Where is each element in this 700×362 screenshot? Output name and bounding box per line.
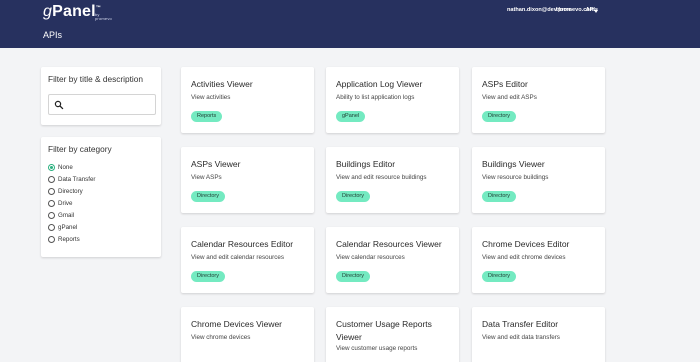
search-input[interactable] xyxy=(48,94,156,115)
top-bar: gPanel™ by promevo Home APIs nathan.dixo… xyxy=(0,0,700,48)
category-option-none[interactable]: None xyxy=(48,164,73,171)
api-card[interactable]: Chrome Devices Viewer View chrome device… xyxy=(181,307,314,362)
api-card-description: Ability to list application logs xyxy=(336,94,415,101)
category-filter-heading: Filter by category xyxy=(48,144,112,154)
category-label: Gmail xyxy=(58,212,75,219)
category-label: Reports xyxy=(58,236,80,243)
category-badge: Reports xyxy=(191,111,223,122)
radio[interactable] xyxy=(48,236,55,243)
category-option-directory[interactable]: Directory xyxy=(48,188,83,195)
chevron-down-icon[interactable] xyxy=(594,10,598,13)
api-card-description: View and edit ASPs xyxy=(482,94,537,101)
title-filter-heading: Filter by title & description xyxy=(48,74,143,84)
search-icon xyxy=(54,100,64,110)
api-card-title: Buildings Viewer xyxy=(482,159,545,169)
api-card[interactable]: Chrome Devices Editor View and edit chro… xyxy=(472,227,605,293)
radio-selected[interactable] xyxy=(48,164,55,171)
api-card-title: Chrome Devices Viewer xyxy=(191,319,283,329)
api-card-title: ASPs Viewer xyxy=(191,159,241,169)
category-badge: Directory xyxy=(191,271,226,282)
radio[interactable] xyxy=(48,176,55,183)
user-menu[interactable]: nathan.dixon@dev.promevo.com xyxy=(507,7,595,13)
api-card-title: Chrome Devices Editor xyxy=(482,239,570,249)
radio[interactable] xyxy=(48,224,55,231)
category-label: Data Transfer xyxy=(58,176,96,183)
api-card[interactable]: Activities Viewer View activities Report… xyxy=(181,67,314,133)
api-card[interactable]: Data Transfer Editor View and edit data … xyxy=(472,307,605,362)
category-badge: gPanel xyxy=(336,111,366,122)
api-card[interactable]: Application Log Viewer Ability to list a… xyxy=(326,67,459,133)
api-card-title: Calendar Resources Editor xyxy=(191,239,294,249)
api-card-description: View and edit resource buildings xyxy=(336,174,427,181)
logo-trademark: ™ xyxy=(95,5,101,11)
category-badge: Directory xyxy=(482,111,517,122)
api-card[interactable]: Buildings Editor View and edit resource … xyxy=(326,147,459,213)
logo-byline: by promevo xyxy=(95,12,112,21)
api-card-description: View resource buildings xyxy=(482,174,549,181)
api-card-description: View calendar resources xyxy=(336,254,405,261)
api-card-description: View and edit chrome devices xyxy=(482,254,566,261)
api-card-description: View customer usage reports xyxy=(336,345,418,352)
page-title: APIs xyxy=(43,30,63,40)
category-option-gpanel[interactable]: gPanel xyxy=(48,224,77,231)
category-badge: Directory xyxy=(191,191,226,202)
category-option-data-transfer[interactable]: Data Transfer xyxy=(48,176,95,183)
logo-g: g xyxy=(43,3,53,20)
category-option-reports[interactable]: Reports xyxy=(48,236,80,243)
logo-text: Panel xyxy=(52,3,96,20)
category-badge: Directory xyxy=(482,271,517,282)
api-card-description: View activities xyxy=(191,94,231,101)
category-option-drive[interactable]: Drive xyxy=(48,200,72,207)
category-option-gmail[interactable]: Gmail xyxy=(48,212,74,219)
category-badge: Directory xyxy=(336,191,371,202)
category-label: Drive xyxy=(58,200,73,207)
api-card-title: Calendar Resources Viewer xyxy=(336,239,442,249)
radio[interactable] xyxy=(48,188,55,195)
category-label: gPanel xyxy=(58,224,78,231)
category-label: Directory xyxy=(58,188,83,195)
api-card-title: Buildings Editor xyxy=(336,159,396,169)
api-card-description: View ASPs xyxy=(191,174,222,181)
api-card-title: Application Log Viewer xyxy=(336,79,423,89)
api-card-description: View and edit calendar resources xyxy=(191,254,284,261)
title-filter-panel: Filter by title & description xyxy=(41,67,161,125)
gpanel-logo[interactable]: gPanel™ by promevo xyxy=(43,3,112,21)
category-badge: Directory xyxy=(482,191,517,202)
radio[interactable] xyxy=(48,200,55,207)
api-card-title: Customer Usage Reports Viewer xyxy=(336,319,432,342)
category-badge: Directory xyxy=(336,271,371,282)
api-card-title: Data Transfer Editor xyxy=(482,319,559,329)
api-card[interactable]: Calendar Resources Viewer View calendar … xyxy=(326,227,459,293)
api-card[interactable]: ASPs Viewer View ASPs Directory xyxy=(181,147,314,213)
api-card-title: ASPs Editor xyxy=(482,79,528,89)
api-card[interactable]: Buildings Viewer View resource buildings… xyxy=(472,147,605,213)
api-card[interactable]: ASPs Editor View and edit ASPs Directory xyxy=(472,67,605,133)
category-filter-panel: Filter by category None Data Transfer Di… xyxy=(41,137,161,257)
radio[interactable] xyxy=(48,212,55,219)
api-card[interactable]: Calendar Resources Editor View and edit … xyxy=(181,227,314,293)
api-card-description: View chrome devices xyxy=(191,334,251,341)
category-label: None xyxy=(58,164,73,171)
api-card[interactable]: Customer Usage Reports Viewer View custo… xyxy=(326,307,459,362)
api-card-description: View and edit data transfers xyxy=(482,334,560,341)
api-card-title: Activities Viewer xyxy=(191,79,253,89)
